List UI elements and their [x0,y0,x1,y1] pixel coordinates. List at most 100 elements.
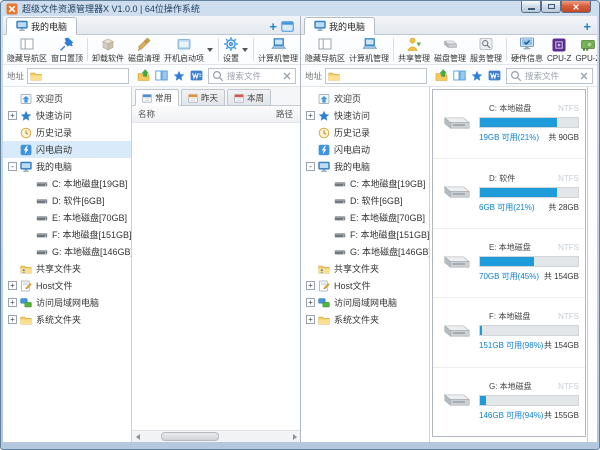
recent-tab[interactable]: 常用 [135,89,179,106]
tree-item[interactable]: +系统文件夹 [301,311,429,328]
disk-list-wrap: C: 本地磁盘NTFS19GB 可用(21%)共 90GBD: 软件NTFS6G… [430,87,587,442]
tree-item[interactable]: C: 本地磁盘[19GB] [3,175,131,192]
search-input[interactable]: 搜索文件 [208,68,296,84]
tree-item[interactable]: 闪电启动 [3,141,131,158]
toolbar-button-hide-nav[interactable]: 隐藏导航区 [5,36,49,64]
toolbar-button-disk-mgmt[interactable]: 磁盘管理 [432,36,468,64]
tree-item[interactable]: +访问局域网电脑 [301,294,429,311]
toolbar-button-computer-mgmt[interactable]: 计算机管理 [347,36,391,64]
tree-item[interactable]: E: 本地磁盘[70GB] [3,209,131,226]
tree-item[interactable]: 闪电启动 [301,141,429,158]
toolbar-button-cpu-z[interactable]: CPU-Z [545,37,573,63]
tab-my-computer[interactable]: 我的电脑 [6,17,77,35]
scroll-right-arrow[interactable] [289,431,300,442]
scroll-thumb[interactable] [161,432,219,441]
disk-entry[interactable]: D: 软件NTFS6GB 可用(21%)共 28GB [433,159,585,228]
column-path[interactable]: 路径 [276,108,293,120]
toolbar-button-computer-mgmt[interactable]: 计算机管理 [256,36,300,64]
split-panel-button[interactable] [453,69,466,82]
tree-item-label: 我的电脑 [334,160,370,173]
tree-expander-icon[interactable]: - [8,162,17,171]
favorite-star-button[interactable] [471,70,483,82]
disk-entry[interactable]: C: 本地磁盘NTFS19GB 可用(21%)共 90GB [433,90,585,159]
title-bar[interactable]: 超级文件资源管理器X V1.0.0 | 64位操作系统 [1,1,599,16]
maximize-button[interactable] [541,1,561,13]
tree-expander-icon [322,179,331,188]
toolbar-button-startup[interactable]: 开机启动项 [162,36,216,64]
up-folder-button[interactable] [435,69,448,82]
toolbar-button-share[interactable]: 共享管理 [396,36,432,64]
clear-search-icon[interactable] [579,71,589,81]
clear-search-icon[interactable] [282,71,292,81]
dropdown-arrow-icon[interactable] [242,48,248,52]
toolbar-button-hide-nav[interactable]: 隐藏导航区 [303,36,347,64]
favorite-star-button[interactable] [173,70,185,82]
w-tool-button[interactable] [488,69,501,82]
right-address-bar: 地址 搜索文件 [301,65,597,87]
left-tab-bar: 我的电脑 + [3,16,300,35]
tree-item[interactable]: C: 本地磁盘[19GB] [301,175,429,192]
toolbar-button-gpu-z[interactable]: GPU-Z [573,37,597,63]
tree-item[interactable]: +Host文件 [3,277,131,294]
add-tab-button[interactable]: + [583,22,591,32]
new-window-button[interactable] [281,21,294,32]
tree-item[interactable]: -我的电脑 [3,158,131,175]
tree-item[interactable]: E: 本地磁盘[70GB] [301,209,429,226]
tree-item[interactable]: 共享文件夹 [3,260,131,277]
tree-expander-icon[interactable]: + [8,315,17,324]
add-tab-button[interactable]: + [269,22,277,32]
tree-item[interactable]: G: 本地磁盘[146GB] [3,243,131,260]
address-input[interactable] [27,68,129,84]
tree-item[interactable]: F: 本地磁盘[151GB] [3,226,131,243]
tree-item[interactable]: G: 本地磁盘[146GB] [301,243,429,260]
recent-tab[interactable]: 昨天 [181,89,225,106]
tree-expander-icon[interactable]: + [306,111,315,120]
tree-item[interactable]: D: 软件[6GB] [3,192,131,209]
tab-my-computer[interactable]: 我的电脑 [304,17,375,35]
column-name[interactable]: 名称 [138,108,155,120]
tree-item[interactable]: 欢迎页 [3,90,131,107]
toolbar-button-uninstall[interactable]: 卸载软件 [90,36,126,64]
tree-item[interactable]: - 我的电脑 [301,158,429,175]
search-input[interactable]: 搜索文件 [506,68,593,84]
host-icon [20,280,32,292]
address-input[interactable] [325,68,427,84]
tree-item[interactable]: F: 本地磁盘[151GB] [301,226,429,243]
split-panel-button[interactable] [155,69,168,82]
tree-expander-icon[interactable]: + [306,281,315,290]
tree-expander-icon[interactable]: + [8,111,17,120]
disk-entry[interactable]: F: 本地磁盘NTFS151GB 可用(98%)共 154GB [433,298,585,367]
toolbar-button-pin[interactable]: 窗口置顶 [49,36,85,64]
tree-item[interactable]: +访问局域网电脑 [3,294,131,311]
tree-expander-icon[interactable]: + [306,315,315,324]
recent-tab[interactable]: 本周 [227,89,271,106]
tree-item[interactable]: 历史记录 [3,124,131,141]
tree-item[interactable]: 历史记录 [301,124,429,141]
w-tool-button[interactable] [190,69,203,82]
tree-expander-icon[interactable]: + [8,281,17,290]
tree-expander-icon[interactable]: - [306,162,315,171]
collapsed-side-strip[interactable] [587,87,597,442]
toolbar-button-disk-clean[interactable]: 磁盘清理 [126,36,162,64]
tree-item[interactable]: +Host文件 [301,277,429,294]
tree-expander-icon[interactable]: + [8,298,17,307]
scroll-left-arrow[interactable] [132,431,143,442]
tree-item[interactable]: D: 软件[6GB] [301,192,429,209]
dropdown-arrow-icon[interactable] [207,48,213,52]
toolbar-button-hardware[interactable]: 硬件信息 [509,36,545,64]
tree-expander-icon[interactable]: + [306,298,315,307]
tree-item[interactable]: +快速访问 [301,107,429,124]
tree-item[interactable]: +系统文件夹 [3,311,131,328]
up-folder-button[interactable] [137,69,150,82]
disk-entry[interactable]: G: 本地磁盘NTFS146GB 可用(94%)共 155GB [433,368,585,436]
tree-item[interactable]: 共享文件夹 [301,260,429,277]
disk-entry[interactable]: E: 本地磁盘NTFS70GB 可用(45%)共 154GB [433,229,585,298]
tree-item[interactable]: +快速访问 [3,107,131,124]
horizontal-scrollbar[interactable] [132,430,300,442]
tree-item[interactable]: 欢迎页 [301,90,429,107]
minimize-button[interactable] [521,1,541,13]
toolbar-button-service[interactable]: 服务管理 [468,36,504,64]
toolbar-button-settings[interactable]: 设置 [221,36,251,64]
scroll-track[interactable] [143,432,289,441]
close-button[interactable] [561,1,591,13]
